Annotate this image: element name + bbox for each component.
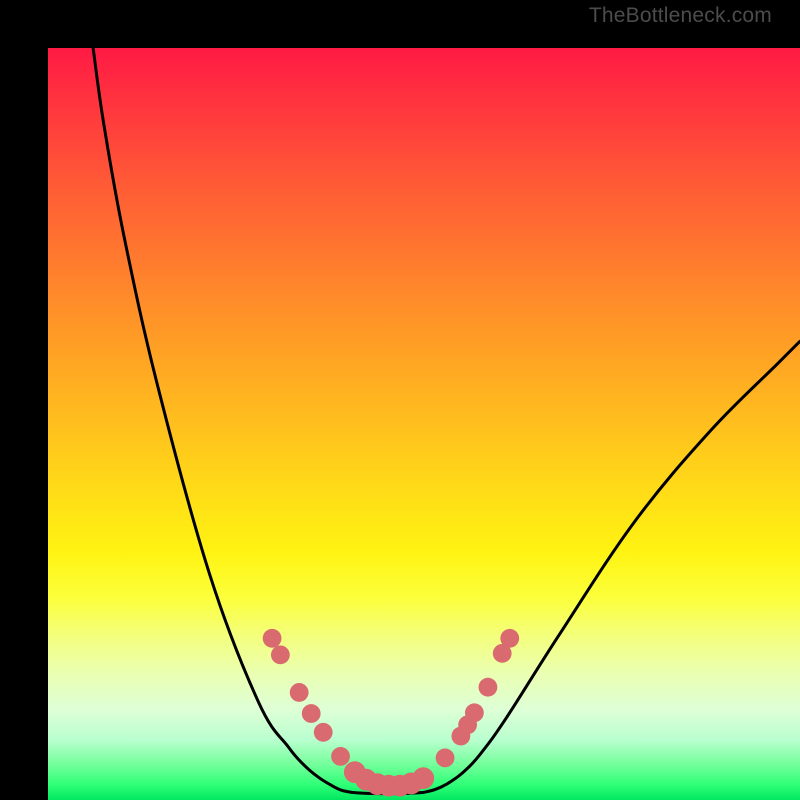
markers-group bbox=[263, 629, 519, 797]
plot-area bbox=[48, 48, 800, 800]
marker-point bbox=[302, 704, 321, 723]
marker-point bbox=[479, 678, 498, 697]
marker-point bbox=[290, 683, 309, 702]
marker-point bbox=[271, 645, 290, 664]
watermark-text: TheBottleneck.com bbox=[589, 4, 772, 28]
marker-point bbox=[263, 629, 282, 648]
curve-right-curve bbox=[423, 341, 800, 792]
figure-frame bbox=[0, 0, 800, 800]
marker-point bbox=[436, 748, 455, 767]
marker-point bbox=[500, 629, 519, 648]
curve-left-curve bbox=[93, 48, 352, 792]
marker-point bbox=[412, 767, 434, 789]
bottleneck-curve bbox=[48, 48, 800, 800]
marker-point bbox=[331, 747, 350, 766]
curve-group bbox=[93, 48, 800, 794]
marker-point bbox=[314, 723, 333, 742]
marker-point bbox=[465, 703, 484, 722]
